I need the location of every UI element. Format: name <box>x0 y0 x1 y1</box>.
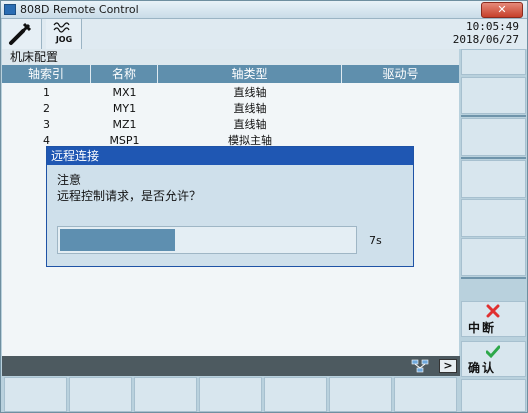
jog-mode-button[interactable]: JOG <box>46 19 82 49</box>
softkey-bottom-1[interactable] <box>4 377 67 412</box>
title-bar: 808D Remote Control ✕ <box>1 1 527 19</box>
softkey-separator <box>461 157 526 159</box>
softkey-right-2[interactable] <box>461 77 526 114</box>
column-header-name: 名称 <box>91 65 158 83</box>
softkey-right-1[interactable] <box>461 49 526 75</box>
softkey-bottom-6[interactable] <box>329 377 392 412</box>
axis-name: MX1 <box>112 86 137 99</box>
checkmark-icon <box>486 345 500 359</box>
abort-label: 中断 <box>468 321 497 335</box>
date-display: 2018/06/27 <box>452 33 519 46</box>
table-row[interactable]: 1 MX1 直线轴 <box>2 85 459 101</box>
axis-name: MY1 <box>112 102 137 115</box>
header-bar: JOG 10:05:49 2018/06/27 <box>2 19 527 49</box>
wrench-icon <box>9 22 32 45</box>
close-button[interactable]: ✕ <box>481 2 523 18</box>
axis-index: 3 <box>43 118 50 131</box>
softkey-separator <box>461 277 526 279</box>
table-row[interactable]: 3 MZ1 直线轴 <box>2 117 459 133</box>
abort-button[interactable]: 中断 <box>461 301 526 337</box>
axis-index: 2 <box>43 102 50 115</box>
confirm-label: 确认 <box>468 361 497 375</box>
column-header-drive-number: 驱动号 <box>382 67 419 81</box>
table-header: 轴索引 名称 轴类型 驱动号 <box>2 65 459 83</box>
app-window: 808D Remote Control ✕ JOG 10:05:49 2018/… <box>0 0 528 413</box>
next-page-button[interactable]: > <box>439 359 457 373</box>
softkey-right-bottom[interactable] <box>461 379 526 412</box>
table-row[interactable]: 2 MY1 直线轴 <box>2 101 459 117</box>
jog-mode-icon <box>53 22 70 33</box>
time-display: 10:05:49 <box>466 20 519 33</box>
softkey-right-4[interactable] <box>461 160 526 198</box>
app-icon <box>4 4 16 15</box>
axis-type: 直线轴 <box>233 102 267 115</box>
softkey-right-6[interactable] <box>461 238 526 276</box>
countdown-progress-bar <box>57 226 357 254</box>
dialog-title: 远程连接 <box>47 147 413 165</box>
network-icon <box>411 359 429 373</box>
softkey-bottom-2[interactable] <box>69 377 132 412</box>
jog-label: JOG <box>55 35 73 44</box>
cross-icon <box>486 304 500 318</box>
status-bar: > <box>2 356 460 376</box>
softkey-separator <box>461 115 526 117</box>
dialog-heading: 注意 <box>57 173 82 187</box>
axis-name: MZ1 <box>112 118 137 131</box>
softkey-bottom-3[interactable] <box>134 377 197 412</box>
axis-index: 1 <box>43 86 50 99</box>
drive-number <box>342 117 459 133</box>
drive-number <box>342 101 459 117</box>
settings-button[interactable] <box>2 19 42 49</box>
axis-type: 直线轴 <box>233 86 267 99</box>
softkey-bottom-5[interactable] <box>264 377 327 412</box>
window-title: 808D Remote Control <box>20 3 139 16</box>
countdown-text: 7s <box>369 234 382 247</box>
progress-fill <box>60 229 175 251</box>
confirm-button[interactable]: 确认 <box>461 341 526 377</box>
drive-number <box>342 85 459 101</box>
column-header-axis-type: 轴类型 <box>158 65 342 83</box>
softkey-bottom-7[interactable] <box>394 377 457 412</box>
softkey-right-5[interactable] <box>461 199 526 237</box>
clock: 10:05:49 2018/06/27 <box>453 20 519 46</box>
softkey-bottom-4[interactable] <box>199 377 262 412</box>
column-header-axis-index: 轴索引 <box>2 65 91 83</box>
axis-type: 直线轴 <box>233 118 267 131</box>
softkey-right-3[interactable] <box>461 118 526 156</box>
page-title: 机床配置 <box>2 49 459 65</box>
dialog-message: 远程控制请求，是否允许？ <box>57 189 202 203</box>
remote-connection-dialog: 远程连接 注意 远程控制请求，是否允许？ 7s <box>46 146 414 267</box>
